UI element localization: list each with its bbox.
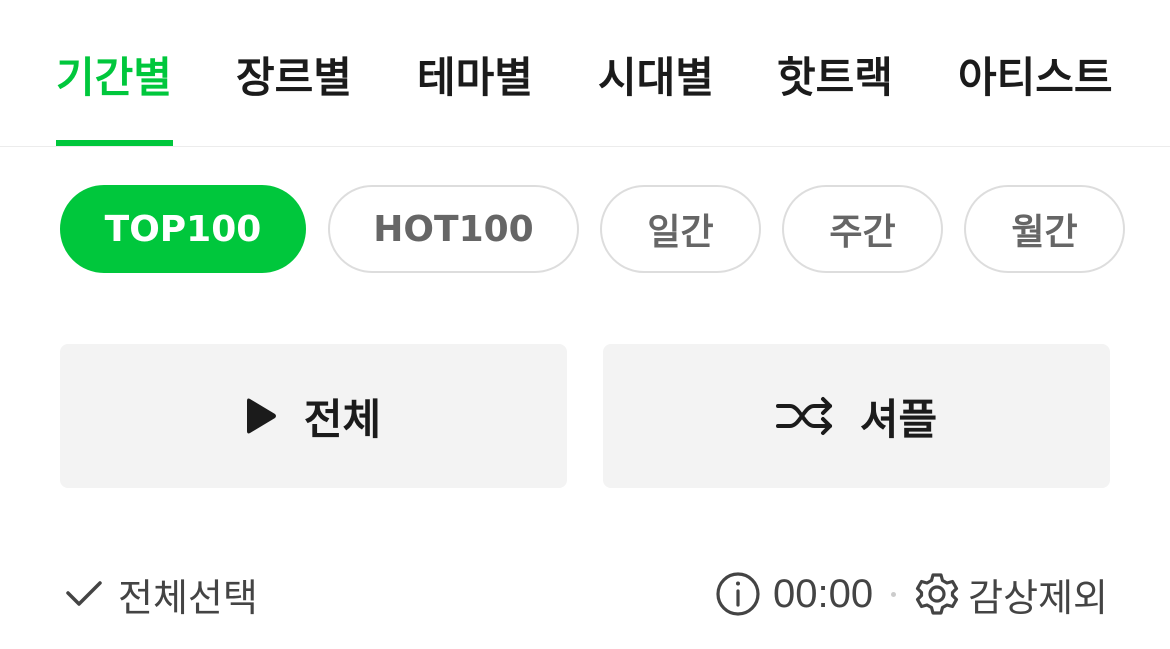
total-duration: 00:00: [773, 571, 874, 616]
chart-page: 기간별 장르별 테마별 시대별 핫트랙 아티스트 TOP100 HOT100 일…: [0, 0, 1170, 649]
gear-icon: [914, 571, 960, 617]
check-icon: [64, 578, 104, 610]
exclude-listening-label: 감상제외: [968, 575, 1108, 620]
category-tabs: 기간별 장르별 테마별 시대별 핫트랙 아티스트: [0, 0, 1170, 147]
play-all-label: 전체: [303, 394, 382, 444]
shuffle-label: 셔플: [859, 394, 938, 444]
tab-period[interactable]: 기간별: [56, 50, 172, 106]
select-all-button[interactable]: 전체선택: [64, 566, 258, 622]
active-tab-indicator: [56, 140, 173, 146]
play-icon: [246, 396, 278, 436]
chip-monthly[interactable]: 월간: [964, 185, 1125, 273]
shuffle-icon: [775, 396, 834, 436]
chip-weekly[interactable]: 주간: [782, 185, 943, 273]
chip-daily[interactable]: 일간: [600, 185, 761, 273]
tab-artist[interactable]: 아티스트: [958, 50, 1113, 106]
duration-info[interactable]: 00:00: [715, 571, 873, 617]
list-tools: 00:00 감상제외: [715, 566, 1108, 622]
select-all-label: 전체선택: [118, 575, 258, 620]
chip-top100[interactable]: TOP100: [60, 185, 306, 273]
tab-era[interactable]: 시대별: [598, 50, 714, 106]
info-icon: [715, 571, 761, 617]
chip-hot100[interactable]: HOT100: [328, 185, 579, 273]
tab-genre[interactable]: 장르별: [236, 50, 352, 106]
shuffle-button[interactable]: 셔플: [603, 344, 1110, 488]
tab-theme[interactable]: 테마별: [417, 50, 533, 106]
play-all-button[interactable]: 전체: [60, 344, 567, 488]
tab-hottrack[interactable]: 핫트랙: [777, 50, 893, 106]
separator-dot: [891, 591, 897, 597]
exclude-listening-button[interactable]: 감상제외: [914, 567, 1108, 622]
